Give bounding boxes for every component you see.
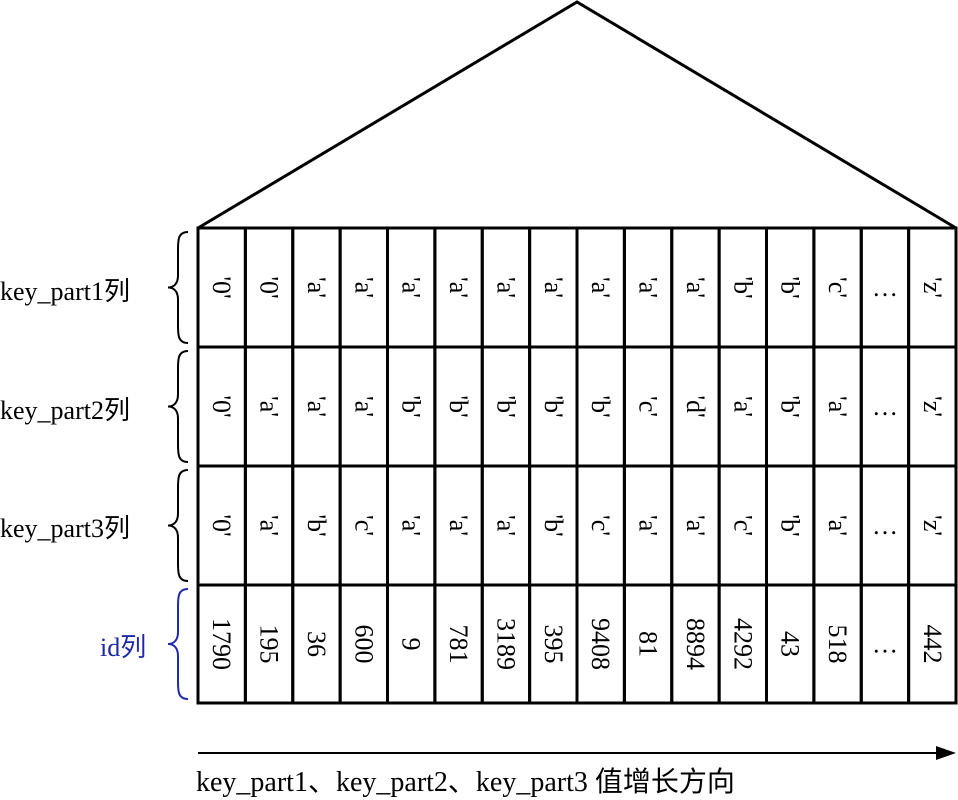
- tree-top-triangle: [197, 0, 957, 230]
- cell-value: 'a': [255, 396, 284, 417]
- cell-value: 'b': [444, 395, 473, 417]
- cell-value: 'b': [539, 514, 568, 536]
- cell-value: 'a': [681, 277, 710, 298]
- cell-value: 'a': [823, 515, 852, 536]
- cell-value: 'a': [444, 277, 473, 298]
- cell-value: 1790: [207, 618, 236, 670]
- cell-value: '0': [255, 276, 284, 298]
- row-brace: [167, 469, 189, 582]
- cell-value: 518: [823, 625, 852, 664]
- cell-value: 'b': [728, 276, 757, 298]
- cell-value: 395: [539, 625, 568, 664]
- cell-value: 'b': [776, 395, 805, 417]
- record-grid: '0' '0' 'a' 'a' 'a' 'a' 'a' 'a' 'a' 'a' 'a' 'b' 'b' '…: [196, 226, 958, 705]
- cell-value: 'c': [823, 277, 852, 298]
- row-label-id: id列: [100, 633, 147, 662]
- cell-value: 'z': [918, 396, 947, 417]
- cell-value: 81: [634, 631, 663, 657]
- row-braces: [167, 231, 189, 700]
- row-label-key-part1: key_part1列: [0, 277, 130, 306]
- cell-value: 'c': [728, 515, 757, 536]
- cell-value: 'a': [681, 515, 710, 536]
- cell-value: 'a': [444, 515, 473, 536]
- index-diagram: '0' '0' 'a' 'a' 'a' 'a' 'a' 'a' 'a' 'a' 'a' 'b' 'b' '…: [167, 0, 958, 760]
- cell-value: …: [872, 273, 898, 302]
- cell-value: 'a': [349, 277, 378, 298]
- cell-value: …: [872, 630, 898, 659]
- cell-value: 'a': [255, 515, 284, 536]
- cell-value: '0': [207, 395, 236, 417]
- cell-value: 3189: [491, 618, 520, 670]
- cell-value: 'a': [397, 277, 426, 298]
- cell-value: 'b': [586, 395, 615, 417]
- cell-value: 'a': [491, 515, 520, 536]
- cell-value: 'b': [302, 514, 331, 536]
- cell-value: 'z': [918, 277, 947, 298]
- cell-value: 'z': [918, 515, 947, 536]
- cell-value: 'b': [539, 395, 568, 417]
- cell-value: 'c': [349, 515, 378, 536]
- cell-value: …: [872, 511, 898, 540]
- cell-value: 'c': [586, 515, 615, 536]
- cell-value: 'a': [302, 277, 331, 298]
- cell-value: 'a': [397, 515, 426, 536]
- direction-caption: key_part1、key_part2、key_part3 值增长方向: [196, 767, 735, 798]
- cell-value: 'b': [776, 514, 805, 536]
- cell-value: 'a': [302, 396, 331, 417]
- cell-value: 'a': [823, 396, 852, 417]
- row-label-key-part3: key_part3列: [0, 514, 130, 543]
- cell-value: 781: [444, 625, 473, 664]
- cell-value: 'a': [539, 277, 568, 298]
- cell-value: 9408: [586, 618, 615, 670]
- row-brace: [167, 588, 189, 700]
- cell-value: 'c': [634, 396, 663, 417]
- cell-value: 8894: [681, 618, 710, 670]
- cell-value: 'd': [681, 395, 710, 417]
- cell-value: 'a': [634, 277, 663, 298]
- cell-value: 4292: [728, 618, 757, 670]
- cell-value: '0': [207, 276, 236, 298]
- row-brace: [167, 231, 189, 344]
- cell-value: '0': [207, 514, 236, 536]
- row-label-key-part2: key_part2列: [0, 396, 130, 425]
- cell-value: 195: [255, 625, 284, 664]
- cell-value: 600: [349, 625, 378, 664]
- cell-value: 'b': [776, 276, 805, 298]
- cell-value: 'a': [634, 515, 663, 536]
- cell-value: 'b': [491, 395, 520, 417]
- row-brace: [167, 350, 189, 463]
- cell-value: 43: [776, 631, 805, 657]
- cell-value: 'a': [349, 396, 378, 417]
- cell-value: 'a': [491, 277, 520, 298]
- cell-value: 'a': [728, 396, 757, 417]
- cell-value: 9: [397, 638, 426, 651]
- cell-value: 442: [918, 625, 947, 664]
- cell-value: 36: [302, 631, 331, 657]
- cell-value: 'a': [586, 277, 615, 298]
- cell-value: …: [872, 392, 898, 421]
- direction-arrow-head: [936, 746, 956, 760]
- cell-value: 'b': [397, 395, 426, 417]
